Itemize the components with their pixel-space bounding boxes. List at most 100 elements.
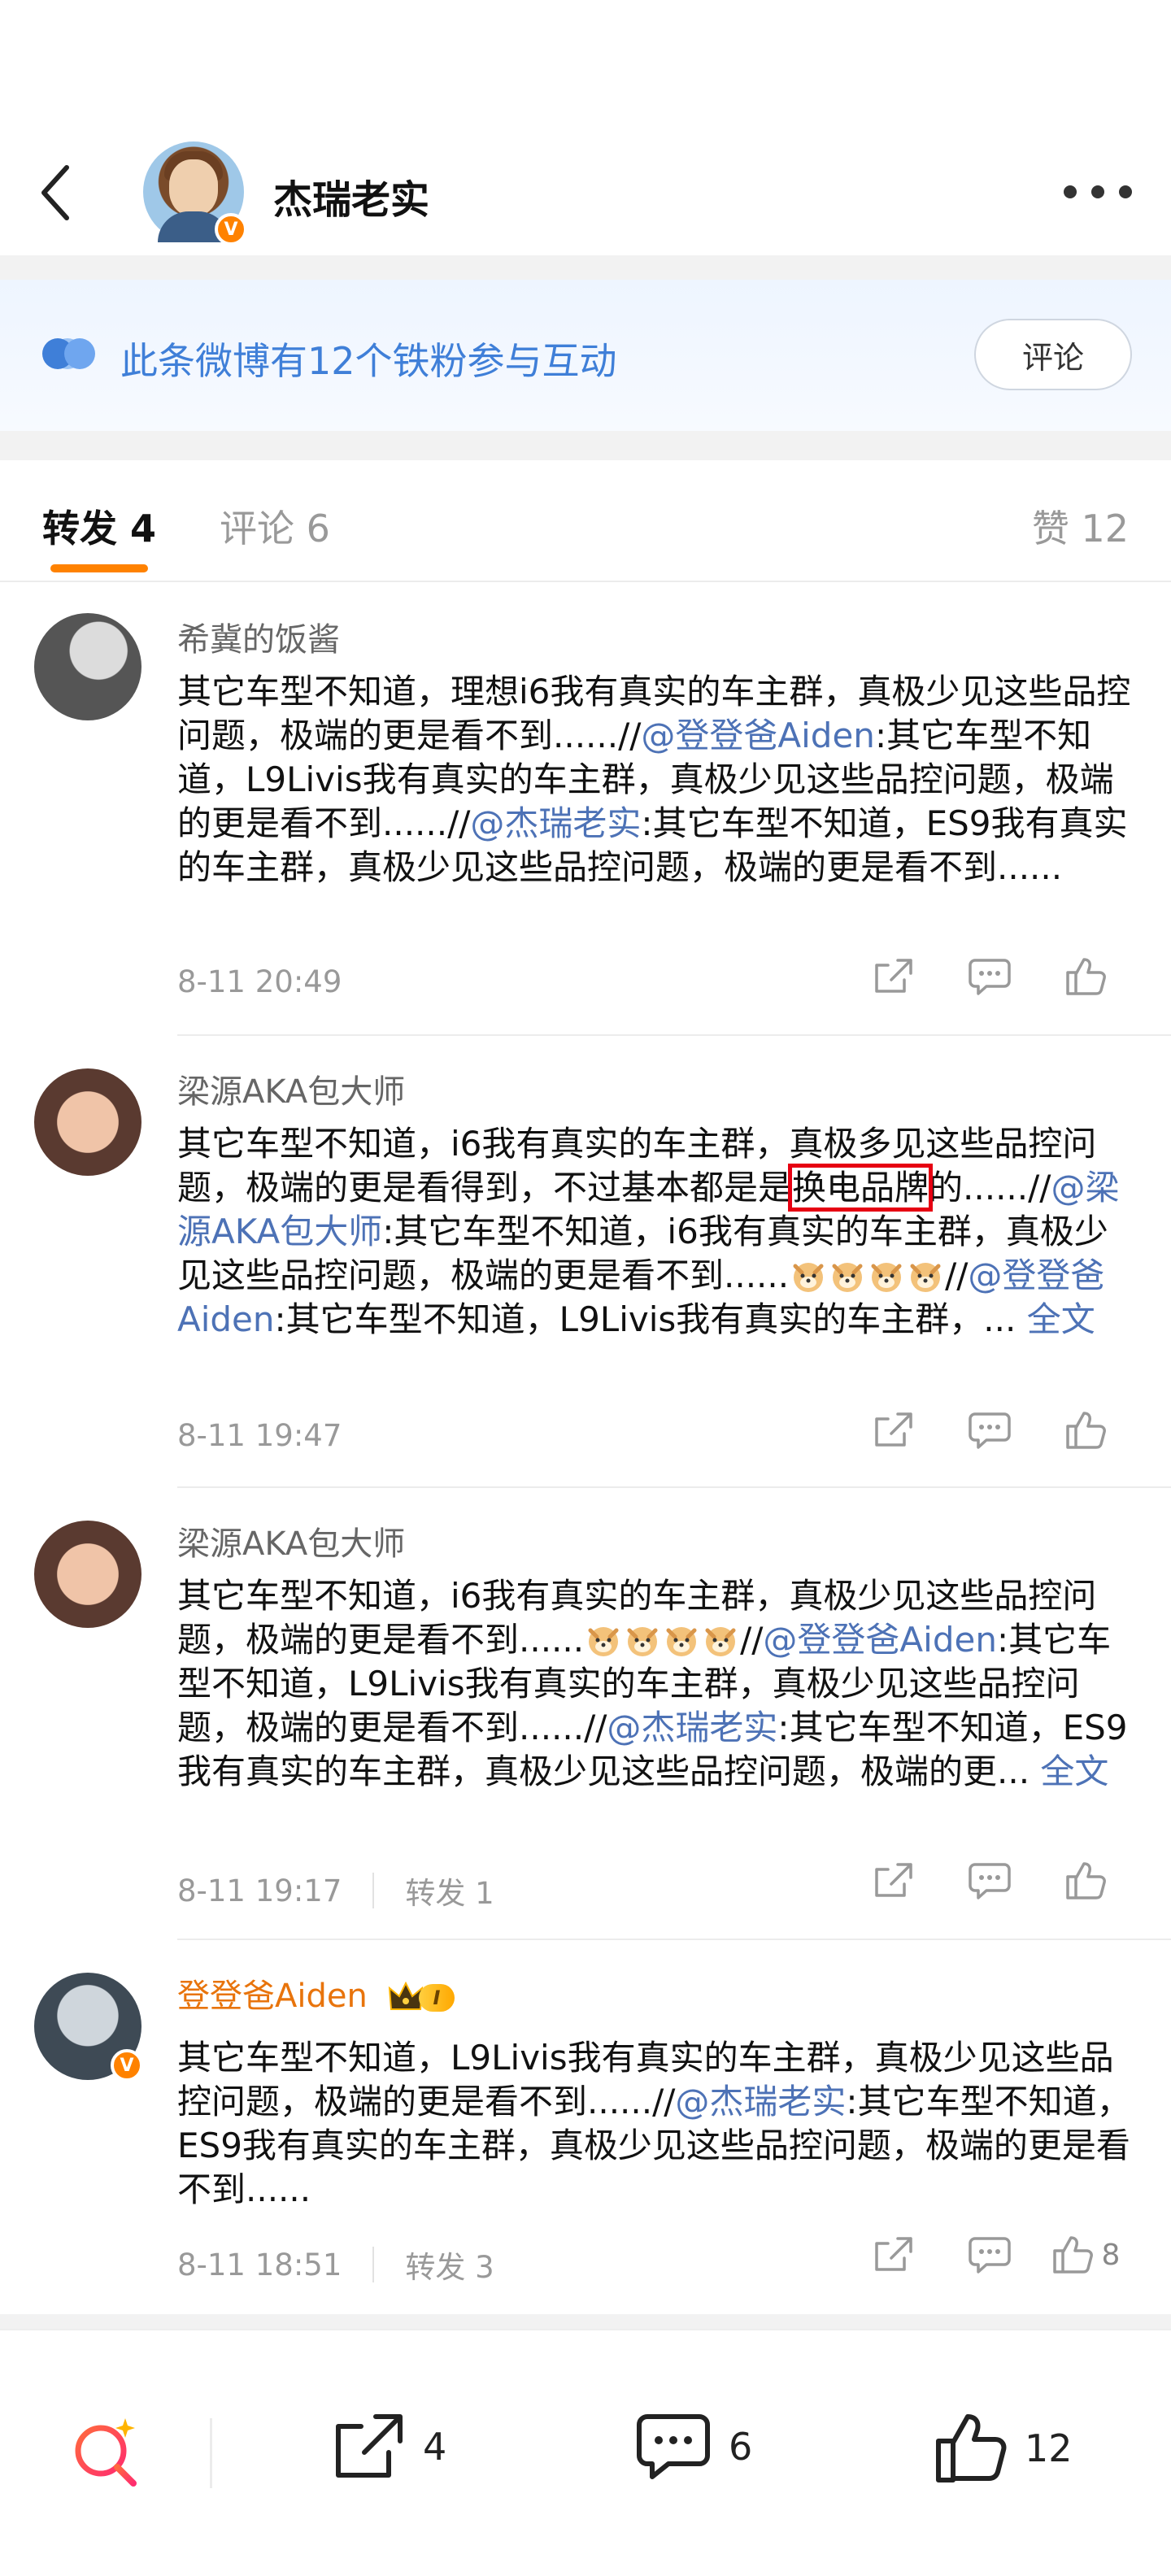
- top-navigation-bar: V 杰瑞老实: [0, 0, 1171, 255]
- repost-item: 梁源AKA包大师 其它车型不知道，i6我有真实的车主群，真极少见这些品控问题，极…: [0, 1488, 1171, 1940]
- tab-reposts[interactable]: 转发 4: [42, 499, 156, 553]
- repost-action[interactable]: [846, 2235, 942, 2274]
- comment-action[interactable]: [942, 1411, 1038, 1450]
- repost-text: 其它车型不知道，i6我有真实的车主群，真极多见这些品控问题，极端的更是看得到，不…: [177, 1122, 1137, 1342]
- highlighted-keyword: 换电品牌: [788, 1164, 934, 1212]
- repost-meta: 8-11 20:49: [177, 964, 342, 999]
- repost-item: 希冀的饭酱 其它车型不知道，理想i6我有真实的车主群，真极少见这些品控问题，极端…: [0, 584, 1171, 1036]
- full-text-link[interactable]: 全文: [1027, 1299, 1095, 1339]
- repost-text: 其它车型不知道，理想i6我有真实的车主群，真极少见这些品控问题，极端的更是看不到…: [177, 670, 1137, 890]
- search-button[interactable]: [68, 2412, 146, 2490]
- timestamp: 8-11 18:51: [177, 2247, 342, 2282]
- timestamp: 8-11 19:47: [177, 1418, 342, 1453]
- bottom-comment-button[interactable]: 6: [636, 2412, 752, 2482]
- thumbs-up-icon: [936, 2414, 1007, 2482]
- like-action[interactable]: 8: [1038, 2234, 1134, 2275]
- fans-interaction-banner: 此条微博有12个铁粉参与互动 评论: [0, 280, 1171, 431]
- comment-bubble-icon: [969, 1412, 1011, 1449]
- repost-text: 其它车型不知道，i6我有真实的车主群，真极少见这些品控问题，极端的更是看不到..…: [177, 1574, 1137, 1794]
- timestamp: 8-11 20:49: [177, 964, 342, 999]
- weibo-repost-page: V 杰瑞老实 此条微博有12个铁粉参与互动 评论 转发 4 评论 6 赞 12 …: [0, 0, 1171, 2576]
- bottom-like-button[interactable]: 12: [934, 2412, 1073, 2485]
- user-mention-link[interactable]: @登登爸Aiden: [763, 1620, 997, 1660]
- comment-action[interactable]: [942, 2235, 1038, 2274]
- doge-emoji-icon: [705, 1627, 736, 1656]
- user-mention-link[interactable]: @登登爸Aiden: [641, 716, 875, 755]
- repost-meta: 8-11 19:17 转发 1: [177, 1869, 494, 1912]
- like-action[interactable]: [1038, 956, 1134, 997]
- back-arrow-icon[interactable]: [39, 164, 72, 221]
- user-avatar[interactable]: [34, 613, 141, 720]
- repost-total: 4: [423, 2425, 447, 2469]
- user-avatar[interactable]: V: [34, 1973, 143, 2082]
- repost-text: 其它车型不知道，L9Livis我有真实的车主群，真极少见这些品控问题，极端的更是…: [177, 2036, 1137, 2212]
- timestamp: 8-11 19:17: [177, 1873, 342, 1908]
- like-total: 12: [1025, 2426, 1073, 2470]
- action-row: 8: [846, 2234, 1134, 2275]
- doge-emoji-icon: [910, 1263, 941, 1292]
- bottom-action-bar: 4 6 12: [0, 2329, 1171, 2576]
- text-segment: //: [945, 1255, 969, 1295]
- tab-likes[interactable]: 赞 12: [1032, 499, 1129, 553]
- bottom-repost-button[interactable]: 4: [332, 2412, 446, 2482]
- repost-action[interactable]: [846, 957, 942, 996]
- thumbs-up-icon: [1066, 958, 1106, 995]
- crown-icon: [388, 1982, 423, 2010]
- like-action[interactable]: [1038, 1860, 1134, 1901]
- doge-emoji-icon: [588, 1627, 619, 1656]
- action-row: [846, 1860, 1134, 1901]
- bar-separator: [210, 2418, 212, 2488]
- share-icon: [875, 959, 912, 993]
- search-sparkle-icon: [75, 2418, 137, 2487]
- repost-action[interactable]: [846, 1411, 942, 1450]
- comment-button[interactable]: 评论: [974, 319, 1132, 390]
- share-icon: [336, 2414, 403, 2478]
- comment-bubble-icon: [969, 2237, 1011, 2274]
- fan-badge-icon: [42, 338, 95, 369]
- more-options-icon[interactable]: [1064, 184, 1132, 200]
- text-segment: //: [740, 1620, 764, 1660]
- action-row: [846, 956, 1134, 997]
- verified-badge-icon: V: [215, 213, 247, 246]
- vip-crown-badge: I: [388, 1982, 455, 2014]
- username[interactable]: 梁源AKA包大师: [177, 1517, 405, 1564]
- comment-bubble-icon: [969, 1863, 1011, 1899]
- repost-meta: 8-11 19:47: [177, 1418, 342, 1453]
- repost-item: 梁源AKA包大师 其它车型不知道，i6我有真实的车主群，真极多见这些品控问题，极…: [0, 1036, 1171, 1488]
- author-avatar[interactable]: V: [143, 141, 247, 246]
- share-icon: [875, 2237, 912, 2271]
- comment-bubble-icon: [637, 2414, 710, 2479]
- doge-emoji-icon: [627, 1627, 658, 1656]
- user-mention-link[interactable]: @杰瑞老实: [470, 803, 641, 843]
- user-avatar[interactable]: [34, 1068, 141, 1176]
- full-text-link[interactable]: 全文: [1040, 1751, 1108, 1791]
- comment-total: 6: [729, 2425, 753, 2469]
- comment-action[interactable]: [942, 957, 1038, 996]
- text-segment: 的......//: [929, 1168, 1051, 1208]
- user-mention-link[interactable]: @杰瑞老实: [675, 2082, 846, 2121]
- text-segment: :其它车型不知道，L9Livis我有真实的车主群，...: [274, 1299, 1027, 1339]
- comment-action[interactable]: [942, 1861, 1038, 1900]
- tab-bar: 转发 4 评论 6 赞 12: [0, 460, 1171, 582]
- username[interactable]: 梁源AKA包大师: [177, 1065, 405, 1112]
- thumbs-up-icon: [1066, 1862, 1106, 1899]
- user-mention-link[interactable]: @杰瑞老实: [607, 1708, 777, 1747]
- doge-emoji-icon: [793, 1263, 824, 1292]
- verified-badge-icon: V: [111, 2049, 143, 2082]
- like-action[interactable]: [1038, 1410, 1134, 1451]
- author-name[interactable]: 杰瑞老实: [273, 168, 429, 224]
- thumbs-up-icon: [1066, 1412, 1106, 1449]
- section-gap: [0, 431, 1171, 460]
- repost-action[interactable]: [846, 1861, 942, 1900]
- repost-count[interactable]: 转发 1: [405, 1869, 494, 1912]
- username[interactable]: 希冀的饭酱: [177, 613, 340, 660]
- user-avatar[interactable]: [34, 1521, 141, 1628]
- repost-count[interactable]: 转发 3: [405, 2243, 494, 2287]
- action-row: [846, 1410, 1134, 1451]
- username-vip[interactable]: 登登爸Aiden I: [177, 1969, 455, 2017]
- tab-comments[interactable]: 评论 6: [220, 499, 330, 553]
- section-gap: [0, 255, 1171, 280]
- doge-emoji-icon: [666, 1627, 697, 1656]
- thumbs-up-icon: [1052, 2236, 1093, 2274]
- repost-meta: 8-11 18:51 转发 3: [177, 2243, 494, 2287]
